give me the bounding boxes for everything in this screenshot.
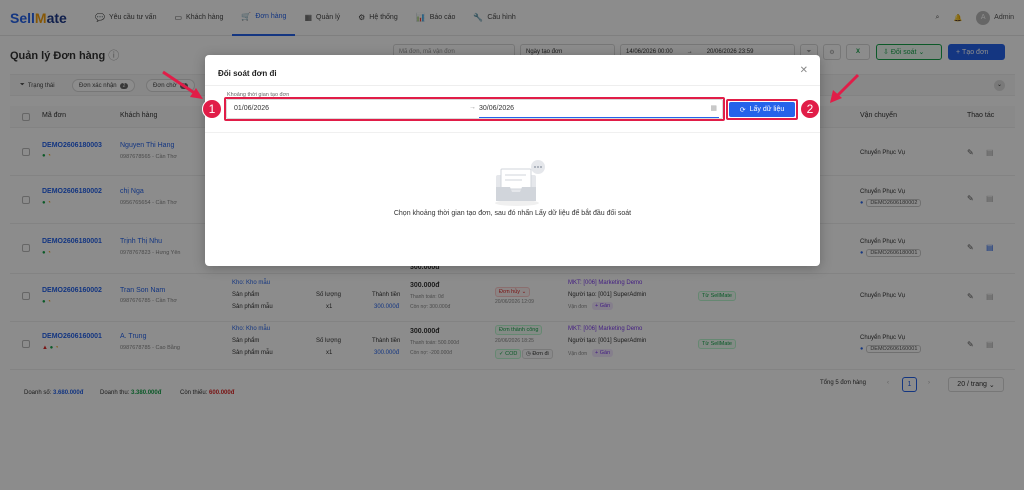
annotation-arrows	[162, 70, 860, 103]
step-1-badge: 1	[202, 99, 222, 119]
step-2-badge: 2	[800, 99, 820, 119]
